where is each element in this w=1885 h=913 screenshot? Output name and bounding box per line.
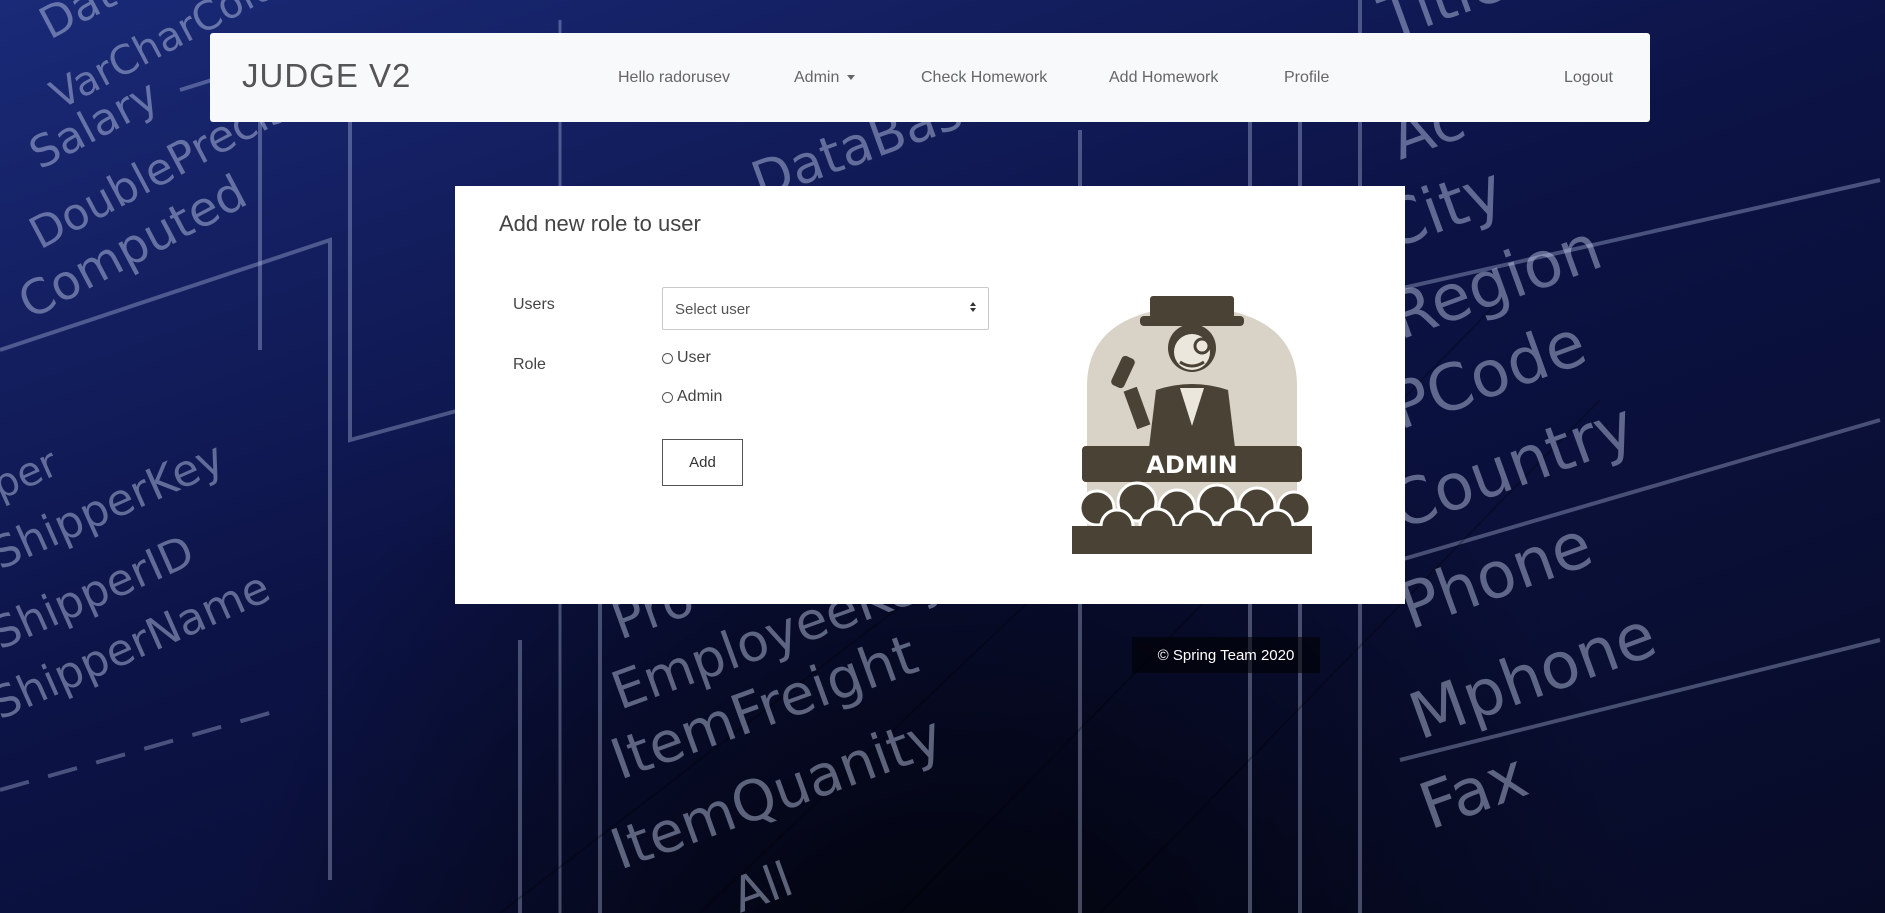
bg-word: per [0,440,65,509]
radio-circle-icon[interactable] [662,391,673,403]
role-radio-admin[interactable]: Admin [662,388,722,406]
admin-judge-icon: ADMIN [1072,296,1312,554]
brand-logo[interactable]: JUDGE V2 [242,57,411,95]
nav-add-homework[interactable]: Add Homework [1109,69,1218,87]
logo-text: ADMIN [1146,451,1237,479]
user-select-value: Select user [675,301,751,318]
nav-check-homework[interactable]: Check Homework [921,69,1047,87]
bg-word: All [725,851,800,913]
user-select[interactable]: Select user [662,287,989,330]
nav-greeting[interactable]: Hello radorusev [618,69,730,87]
role-label: Role [513,356,546,373]
nav-admin-label: Admin [794,69,840,86]
add-role-card: Add new role to user Users Select user R… [455,186,1405,604]
role-radio-user[interactable]: User [662,349,711,367]
nav-admin-dropdown[interactable]: Admin [794,69,856,87]
nav-profile[interactable]: Profile [1284,69,1329,87]
add-button[interactable]: Add [662,439,743,486]
top-navbar: JUDGE V2 Hello radorusev Admin Check Hom… [210,33,1650,122]
caret-down-icon [847,75,856,81]
role-option-label: Admin [677,388,723,405]
footer-copyright: © Spring Team 2020 [1132,637,1320,673]
select-arrows-icon [970,302,976,312]
page-title: Add new role to user [499,211,701,236]
role-option-label: User [677,349,711,366]
nav-logout[interactable]: Logout [1564,69,1613,87]
radio-circle-icon[interactable] [662,352,673,364]
users-label: Users [513,296,555,313]
